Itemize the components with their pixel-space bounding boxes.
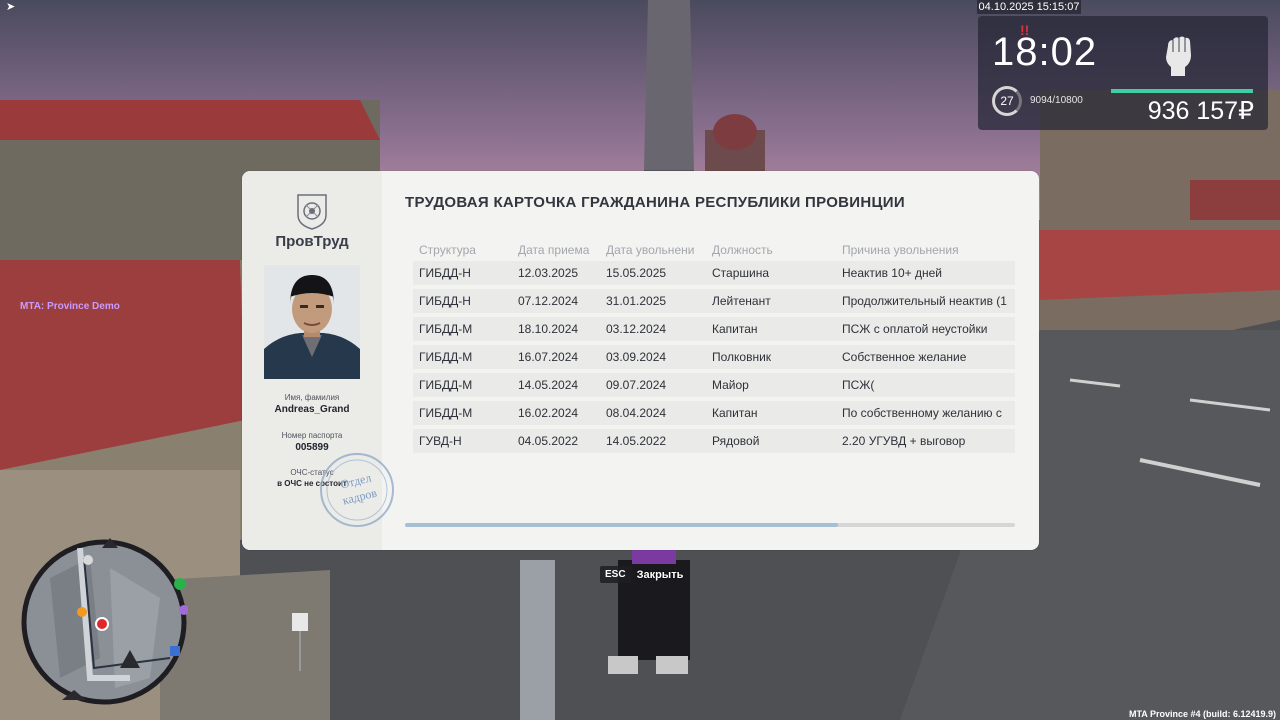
table-row: ГИБДД-М 18.10.2024 03.12.2024 Капитан ПС… [413,317,1015,341]
card-sidebar: ПровТруд Имя, фамилия Andreas_Grand Номе… [242,171,394,550]
timestamp: 04.10.2025 15:15:07 [977,0,1081,14]
cell-dismiss-date: 14.05.2022 [606,434,667,448]
cell-dismiss-date: 09.07.2024 [606,378,667,392]
name-value: Andreas_Grand [274,404,350,415]
cell-position: Рядовой [712,434,760,448]
cell-reason: Неактив 10+ дней [842,266,943,280]
cell-structure: ГИБДД-М [419,322,473,336]
cell-hire-date: 18.10.2024 [518,322,579,336]
cell-reason: Продолжительный неактив (1 [842,294,1007,308]
game-clock: 18:02 [992,30,1098,74]
cell-position: Капитан [712,406,758,420]
cell-reason: По собственному желанию с [842,406,1002,420]
build-label: MTA Province #4 (build: 6.12419.9) [1128,709,1276,719]
server-label: MTA: Province Demo [20,301,120,312]
cell-structure: ГИБДД-М [419,350,473,364]
cell-reason: ПСЖ( [842,378,875,392]
col-hire-date: Дата приема [518,243,590,257]
table-row: ГИБДД-М 16.07.2024 03.09.2024 Полковник … [413,345,1015,369]
employment-card-dialog: ПровТруд Имя, фамилия Andreas_Grand Номе… [242,171,1039,550]
col-position: Должность [712,243,773,257]
cell-dismiss-date: 03.12.2024 [606,322,667,336]
cell-hire-date: 12.03.2025 [518,266,579,280]
card-title: ТРУДОВАЯ КАРТОЧКА ГРАЖДАНИНА РЕСПУБЛИКИ … [405,194,905,211]
cell-position: Капитан [712,322,758,336]
map-poi-icon [77,607,87,617]
cell-structure: ГИБДД-М [419,406,473,420]
close-label[interactable]: Закрыть [637,569,684,581]
cell-hire-date: 04.05.2022 [518,434,579,448]
map-poi-icon [83,555,93,565]
cell-hire-date: 14.05.2024 [518,378,579,392]
hud-panel: !! 18:02 27 9094/10800 936 157₽ [978,16,1268,130]
table-row: ГИБДД-М 16.02.2024 08.04.2024 Капитан По… [413,401,1015,425]
table-row: ГИБДД-Н 07.12.2024 31.01.2025 Лейтенант … [413,289,1015,313]
cell-dismiss-date: 31.01.2025 [606,294,667,308]
table-row: ГУВД-Н 04.05.2022 14.05.2022 Рядовой 2.2… [413,429,1015,453]
col-dismiss-date: Дата увольнени [606,243,695,257]
employment-table: Структура Дата приема Дата увольнени Дол… [413,243,1015,457]
cell-structure: ГИБДД-Н [419,294,471,308]
esc-key[interactable]: ESC [600,566,631,583]
name-label: Имя, фамилия [284,393,340,402]
cell-hire-date: 16.02.2024 [518,406,579,420]
horizontal-scrollbar[interactable] [405,523,1015,527]
col-structure: Структура [419,243,476,257]
fist-icon [1166,36,1191,76]
cell-reason: Собственное желание [842,350,967,364]
player-marker-icon [95,617,109,631]
cell-dismiss-date: 15.05.2025 [606,266,667,280]
minimap[interactable] [20,538,188,706]
cell-position: Полковник [712,350,772,364]
health-bar [1111,89,1253,93]
cell-position: Старшина [712,266,770,280]
scrollbar-thumb[interactable] [405,523,839,527]
map-poi-icon [170,646,180,656]
table-header: Структура Дата приема Дата увольнени Дол… [413,243,1015,261]
citizen-photo [264,265,360,379]
cell-structure: ГИБДД-М [419,378,473,392]
xp-counter: 9094/10800 [1030,95,1083,106]
cell-structure: ГУВД-Н [419,434,462,448]
org-name: ПровТруд [275,233,349,250]
table-row: ГИБДД-М 14.05.2024 09.07.2024 Майор ПСЖ( [413,373,1015,397]
table-row: ГИБДД-Н 12.03.2025 15.05.2025 Старшина Н… [413,261,1015,285]
cell-dismiss-date: 08.04.2024 [606,406,667,420]
cell-reason: ПСЖ с оплатой неустойки [842,322,988,336]
cell-structure: ГИБДД-Н [419,266,471,280]
card-content: ТРУДОВАЯ КАРТОЧКА ГРАЖДАНИНА РЕСПУБЛИКИ … [382,171,1039,550]
passport-label: Номер паспорта [281,431,343,440]
cell-hire-date: 16.07.2024 [518,350,579,364]
level-ring: 27 [992,86,1022,116]
emblem-icon [297,194,327,230]
cell-reason: 2.20 УГУВД + выговор [842,434,966,448]
cell-position: Майор [712,378,749,392]
col-reason: Причина увольнения [842,243,959,257]
cell-position: Лейтенант [712,294,771,308]
cursor-icon: ➤ [6,1,16,13]
map-poi-icon [174,578,186,590]
close-hint[interactable]: ESC Закрыть [600,566,683,583]
money-counter: 936 157₽ [1147,97,1254,125]
cell-dismiss-date: 03.09.2024 [606,350,667,364]
cell-hire-date: 07.12.2024 [518,294,579,308]
